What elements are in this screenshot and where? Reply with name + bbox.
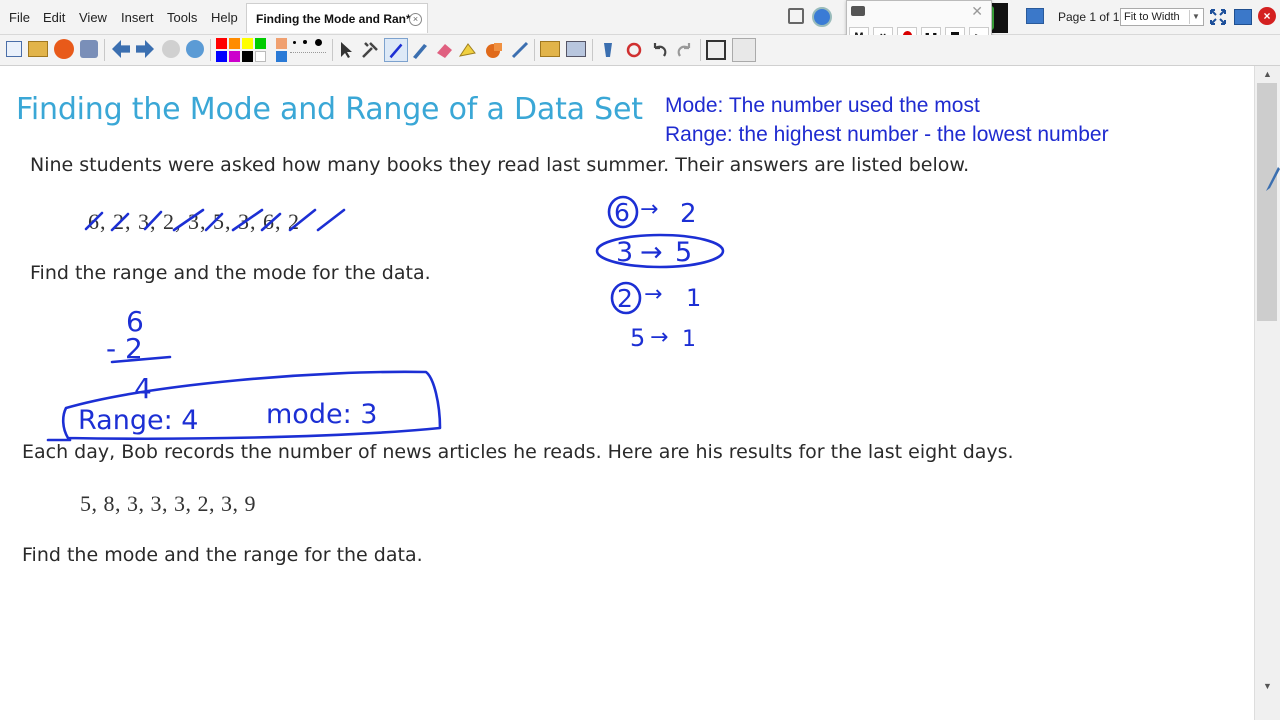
zoom-value: Fit to Width <box>1124 11 1180 23</box>
ink-tally-arrow: → <box>650 325 668 350</box>
color-swatch-black[interactable] <box>242 51 253 62</box>
properties-icon[interactable] <box>80 40 98 58</box>
color-swatch-white[interactable] <box>255 51 266 62</box>
color-swatch-green[interactable] <box>255 38 266 49</box>
more-tools-icon[interactable] <box>732 38 756 62</box>
separator <box>332 39 333 61</box>
attachment-icon[interactable] <box>54 39 74 59</box>
line-width-thin[interactable] <box>293 41 296 44</box>
tool-bar <box>0 35 1280 66</box>
ink-answer-range: Range: 4 <box>78 405 198 436</box>
ink-tally-arrow: → <box>644 282 662 307</box>
recorder-close-icon[interactable]: ✕ <box>971 3 983 20</box>
fill-icon[interactable] <box>540 41 560 57</box>
share-icon[interactable] <box>812 7 832 27</box>
side-pen-icon[interactable] <box>1264 165 1280 193</box>
text-icon[interactable] <box>566 41 586 57</box>
eraser-icon[interactable] <box>434 40 454 60</box>
gallery-icon[interactable] <box>28 41 48 57</box>
ink-tally-count: 2 <box>680 199 697 229</box>
chevron-down-icon: ▼ <box>1189 10 1202 24</box>
page-sorter-icon[interactable] <box>6 41 22 57</box>
page-indicator: Page 1 of 1 <box>1058 10 1120 24</box>
next-page-icon[interactable] <box>136 40 154 58</box>
scroll-thumb[interactable] <box>1257 83 1277 321</box>
ink-answer-mode: mode: 3 <box>266 399 377 430</box>
previous-page-icon[interactable] <box>112 40 130 58</box>
screen-shade-icon[interactable] <box>706 40 726 60</box>
ink-annotations: 6 - 2 4 Range: 4 mode: 3 6 → 2 3 → 5 2 →… <box>46 195 725 442</box>
menu-bar: File Edit View Insert Tools Help Finding… <box>0 0 1280 35</box>
line-style-dotted[interactable] <box>290 52 326 54</box>
close-window-icon[interactable]: × <box>1258 7 1276 25</box>
zoom-select[interactable]: Fit to Width ▼ <box>1120 8 1204 26</box>
ink-tally-arrow: → <box>640 197 658 222</box>
menu-help[interactable]: Help <box>211 10 238 25</box>
scroll-down-icon[interactable]: ▼ <box>1255 678 1280 694</box>
tab-close-icon[interactable]: × <box>409 13 422 26</box>
tools-icon[interactable] <box>360 40 380 60</box>
tab-title: Finding the Mode and Ran* <box>256 12 411 26</box>
window-icon[interactable] <box>1234 9 1252 25</box>
line-icon[interactable] <box>510 40 530 60</box>
ink-strikethroughs <box>84 208 346 232</box>
ink-subtraction-result: 4 <box>134 372 152 405</box>
creative-pen-icon[interactable] <box>410 40 430 60</box>
highlighter-icon[interactable] <box>458 40 478 60</box>
separator <box>592 39 593 61</box>
ink-tally-value: 2 <box>617 284 633 313</box>
globe-icon[interactable] <box>186 40 204 58</box>
menu-edit[interactable]: Edit <box>43 10 65 25</box>
refresh-icon[interactable] <box>624 40 644 60</box>
menu-view[interactable]: View <box>79 10 107 25</box>
ink-tally-value: 6 <box>614 198 630 227</box>
separator <box>210 39 211 61</box>
menu-file[interactable]: File <box>9 10 30 25</box>
ink-tally-value: 5 <box>630 324 645 352</box>
color-swatch-orange[interactable] <box>229 38 240 49</box>
line-width-medium[interactable] <box>303 40 307 44</box>
camera-icon <box>851 6 865 16</box>
undo-icon[interactable] <box>650 40 670 60</box>
separator <box>104 39 105 61</box>
pen-icon[interactable] <box>384 38 408 62</box>
document-canvas[interactable]: Finding the Mode and Range of a Data Set… <box>0 66 1254 720</box>
color-swatch-red[interactable] <box>216 38 227 49</box>
shape-icon[interactable] <box>484 40 504 60</box>
separator <box>700 39 701 61</box>
line-width-thick[interactable] <box>315 39 322 46</box>
color-swatch-yellow[interactable] <box>242 38 253 49</box>
color-swatch-light-blue[interactable] <box>276 51 287 62</box>
redo-icon[interactable] <box>674 40 694 60</box>
select-arrow-icon[interactable] <box>336 40 356 60</box>
scroll-up-icon[interactable]: ▲ <box>1255 66 1280 82</box>
ink-tally-count: 1 <box>686 284 701 312</box>
color-swatch-peach[interactable] <box>276 38 287 49</box>
magic-pen-icon[interactable] <box>598 40 618 60</box>
ink-tally-value: 3 <box>616 237 633 268</box>
color-swatch-blue[interactable] <box>216 51 227 62</box>
ink-tally-count: 1 <box>682 327 696 352</box>
menu-tools[interactable]: Tools <box>167 10 197 25</box>
menu-insert[interactable]: Insert <box>121 10 154 25</box>
ink-tally-arrow: → <box>640 237 663 268</box>
color-swatch-purple[interactable] <box>229 51 240 62</box>
tab-document[interactable]: Finding the Mode and Ran* × <box>246 3 428 33</box>
view-icon[interactable] <box>788 8 804 24</box>
separator <box>534 39 535 61</box>
screenshot-icon[interactable] <box>1026 8 1044 24</box>
ink-tally-count: 5 <box>675 237 692 268</box>
fullscreen-icon[interactable] <box>1210 9 1226 25</box>
play-page-icon[interactable] <box>162 40 180 58</box>
ink-tally: 6 → 2 3 → 5 2 → 1 5 → 1 <box>595 195 725 352</box>
